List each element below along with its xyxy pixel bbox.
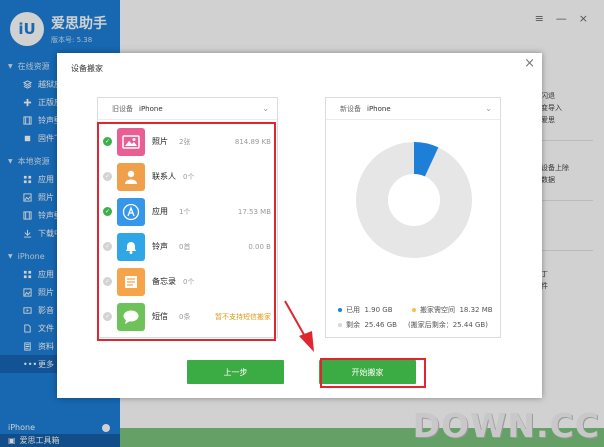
- item-count: 0条: [179, 312, 191, 321]
- item-size: 0.00 B: [248, 242, 271, 251]
- after-migration-free: (搬家后剩余：25.44 GB): [408, 321, 488, 329]
- close-icon[interactable]: ×: [524, 56, 535, 71]
- old-device-name: iPhone: [139, 104, 163, 113]
- old-device-selector[interactable]: 旧设备 iPhone ⌄: [98, 98, 277, 120]
- new-device-name: iPhone: [367, 104, 391, 113]
- checkbox-icon[interactable]: ✓: [103, 137, 112, 146]
- new-device-selector[interactable]: 新设备 iPhone ⌄: [326, 98, 500, 120]
- annotation-arrow-icon: [284, 300, 314, 352]
- item-icon: [117, 302, 145, 331]
- legend-need: 搬家需空间 18.32 MB: [412, 305, 493, 315]
- item-icon: [117, 197, 145, 226]
- legend-free: 剩余 25.46 GB: [338, 320, 397, 330]
- item-icon: [117, 267, 145, 296]
- item-count: 2张: [179, 137, 191, 146]
- item-name: 备忘录: [152, 277, 176, 286]
- watermark-logo: DOWN.CC: [412, 406, 600, 445]
- item-icon: [117, 232, 145, 261]
- new-device-label: 新设备: [340, 104, 361, 113]
- item-count: 0首: [179, 242, 191, 251]
- migration-item[interactable]: ✓ 备忘录 0个: [100, 264, 277, 299]
- start-migration-button[interactable]: 开始搬家: [319, 360, 416, 384]
- checkbox-icon[interactable]: ✓: [103, 312, 112, 321]
- item-size: 17.53 MB: [237, 207, 271, 216]
- item-icon: [117, 162, 145, 191]
- chevron-down-icon: ⌄: [262, 104, 269, 113]
- item-size: 814.89 KB: [234, 137, 271, 146]
- legend-dot: [338, 308, 342, 312]
- item-name: 短信: [152, 312, 168, 321]
- legend-used: 已用 1.90 GB: [338, 305, 393, 315]
- storage-donut-chart: [356, 142, 472, 258]
- legend-label: 已用: [346, 306, 360, 314]
- donut-free-segment: [356, 142, 472, 258]
- item-warning: 暂不支持短信搬家: [215, 312, 271, 321]
- previous-step-button[interactable]: 上一步: [187, 360, 284, 384]
- legend-dot: [338, 323, 342, 327]
- migration-item-list: ✓ 照片 2张 814.89 KB ✓ 联系人 0个 ✓ 应用 1个 17.53 MB ✓ 铃声 0首 0.…: [100, 124, 277, 334]
- legend-label: 剩余: [346, 321, 360, 329]
- old-device-panel: 旧设备 iPhone ⌄ ✓ 照片 2张 814.89 KB ✓ 联系人 0个 ✓ 应用 1个 17…: [97, 97, 278, 338]
- new-device-panel: 新设备 iPhone ⌄ 已用 1.90 GB 搬家需空间 18.32 MB 剩…: [325, 97, 501, 338]
- migration-item[interactable]: ✓ 联系人 0个: [100, 159, 277, 194]
- legend-label: 搬家需空间: [420, 306, 455, 314]
- chevron-down-icon: ⌄: [485, 104, 492, 113]
- used-value: 1.90 GB: [364, 306, 393, 314]
- item-name: 铃声: [152, 242, 168, 251]
- checkbox-icon[interactable]: ✓: [103, 277, 112, 286]
- free-value: 25.46 GB: [364, 321, 397, 329]
- migration-item[interactable]: ✓ 应用 1个 17.53 MB: [100, 194, 277, 229]
- checkbox-icon[interactable]: ✓: [103, 172, 112, 181]
- item-icon: [117, 127, 145, 156]
- item-name: 应用: [152, 207, 168, 216]
- legend-dot: [412, 308, 416, 312]
- checkbox-icon[interactable]: ✓: [103, 207, 112, 216]
- item-count: 0个: [183, 277, 195, 286]
- migration-item[interactable]: ✓ 铃声 0首 0.00 B: [100, 229, 277, 264]
- migration-item[interactable]: ✓ 短信 0条 暂不支持短信搬家: [100, 299, 277, 334]
- item-count: 0个: [183, 172, 195, 181]
- item-name: 照片: [152, 137, 168, 146]
- migration-item[interactable]: ✓ 照片 2张 814.89 KB: [100, 124, 277, 159]
- item-count: 1个: [179, 207, 191, 216]
- donut-used-segment: [413, 142, 439, 177]
- dialog-title: 设备搬家: [71, 64, 103, 73]
- old-device-label: 旧设备: [112, 104, 133, 113]
- checkbox-icon[interactable]: ✓: [103, 242, 112, 251]
- item-name: 联系人: [152, 172, 176, 181]
- need-value: 18.32 MB: [459, 306, 493, 314]
